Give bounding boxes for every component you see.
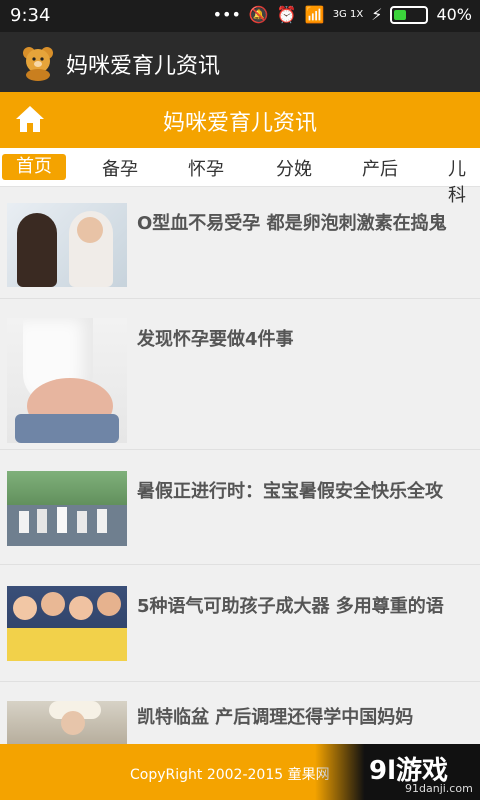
article-title[interactable]: 发现怀孕要做4件事 xyxy=(137,325,477,351)
tab-delivery[interactable]: 分娩 xyxy=(276,155,312,181)
header-bar: 妈咪爱育儿资讯 xyxy=(0,92,480,148)
article-title[interactable]: O型血不易受孕 都是卵泡刺激素在捣鬼 xyxy=(137,209,477,235)
more-icon: ••• xyxy=(212,5,241,24)
header-title: 妈咪爱育儿资讯 xyxy=(162,111,317,136)
article-thumbnail xyxy=(7,701,127,744)
copyright-text: CopyRight 2002-2015 童果网 xyxy=(130,767,330,783)
app-title-bar: 妈咪爱育儿资讯 xyxy=(0,32,480,92)
article-thumbnail xyxy=(7,471,127,546)
list-item[interactable]: 发现怀孕要做4件事 xyxy=(0,298,480,450)
tab-pregnancy[interactable]: 怀孕 xyxy=(188,155,224,181)
list-item[interactable]: O型血不易受孕 都是卵泡刺激素在捣鬼 xyxy=(0,187,480,299)
list-item[interactable]: 5种语气可助孩子成大器 多用尊重的语 xyxy=(0,564,480,682)
article-title[interactable]: 凯特临盆 产后调理还得学中国妈妈 xyxy=(137,703,477,729)
status-time: 9:34 xyxy=(10,5,51,26)
status-bar: 9:34 ••• 🔕 ⏰ 📶 3G 1X ⚡ 40% xyxy=(0,0,480,32)
network-label: 3G 1X xyxy=(332,9,364,20)
battery-icon xyxy=(390,5,429,24)
alarm-icon: ⏰ xyxy=(276,5,297,24)
charging-icon: ⚡ xyxy=(371,5,383,24)
footer-bar: CopyRight 2002-2015 童果网 9l游戏 91danji.com xyxy=(0,744,480,800)
wifi-icon: 📶 xyxy=(304,5,325,24)
site-watermark: 9l游戏 91danji.com xyxy=(315,744,480,800)
article-title[interactable]: 5种语气可助孩子成大器 多用尊重的语 xyxy=(137,592,477,618)
tab-home[interactable]: 首页 xyxy=(2,154,66,180)
teddy-bear-icon xyxy=(23,47,53,81)
battery-percent: 40% xyxy=(436,5,472,24)
category-tabs: 首页 备孕 怀孕 分娩 产后 儿科 xyxy=(0,148,480,206)
app-title: 妈咪爱育儿资讯 xyxy=(66,54,221,79)
list-item[interactable]: 凯特临盆 产后调理还得学中国妈妈 xyxy=(0,681,480,744)
article-thumbnail xyxy=(7,586,127,661)
tab-preconception[interactable]: 备孕 xyxy=(102,155,138,181)
article-title[interactable]: 暑假正进行时：宝宝暑假安全快乐全攻 xyxy=(137,477,477,503)
status-icons: ••• 🔕 ⏰ 📶 3G 1X ⚡ 40% xyxy=(213,5,472,24)
watermark-url: 91danji.com xyxy=(405,782,473,795)
mute-icon: 🔕 xyxy=(248,5,269,24)
article-thumbnail xyxy=(7,318,127,443)
article-thumbnail xyxy=(7,203,127,287)
article-list: O型血不易受孕 都是卵泡刺激素在捣鬼 发现怀孕要做4件事 暑假正进行时：宝宝暑假… xyxy=(0,187,480,744)
tab-postpartum[interactable]: 产后 xyxy=(362,155,398,181)
list-item[interactable]: 暑假正进行时：宝宝暑假安全快乐全攻 xyxy=(0,449,480,565)
